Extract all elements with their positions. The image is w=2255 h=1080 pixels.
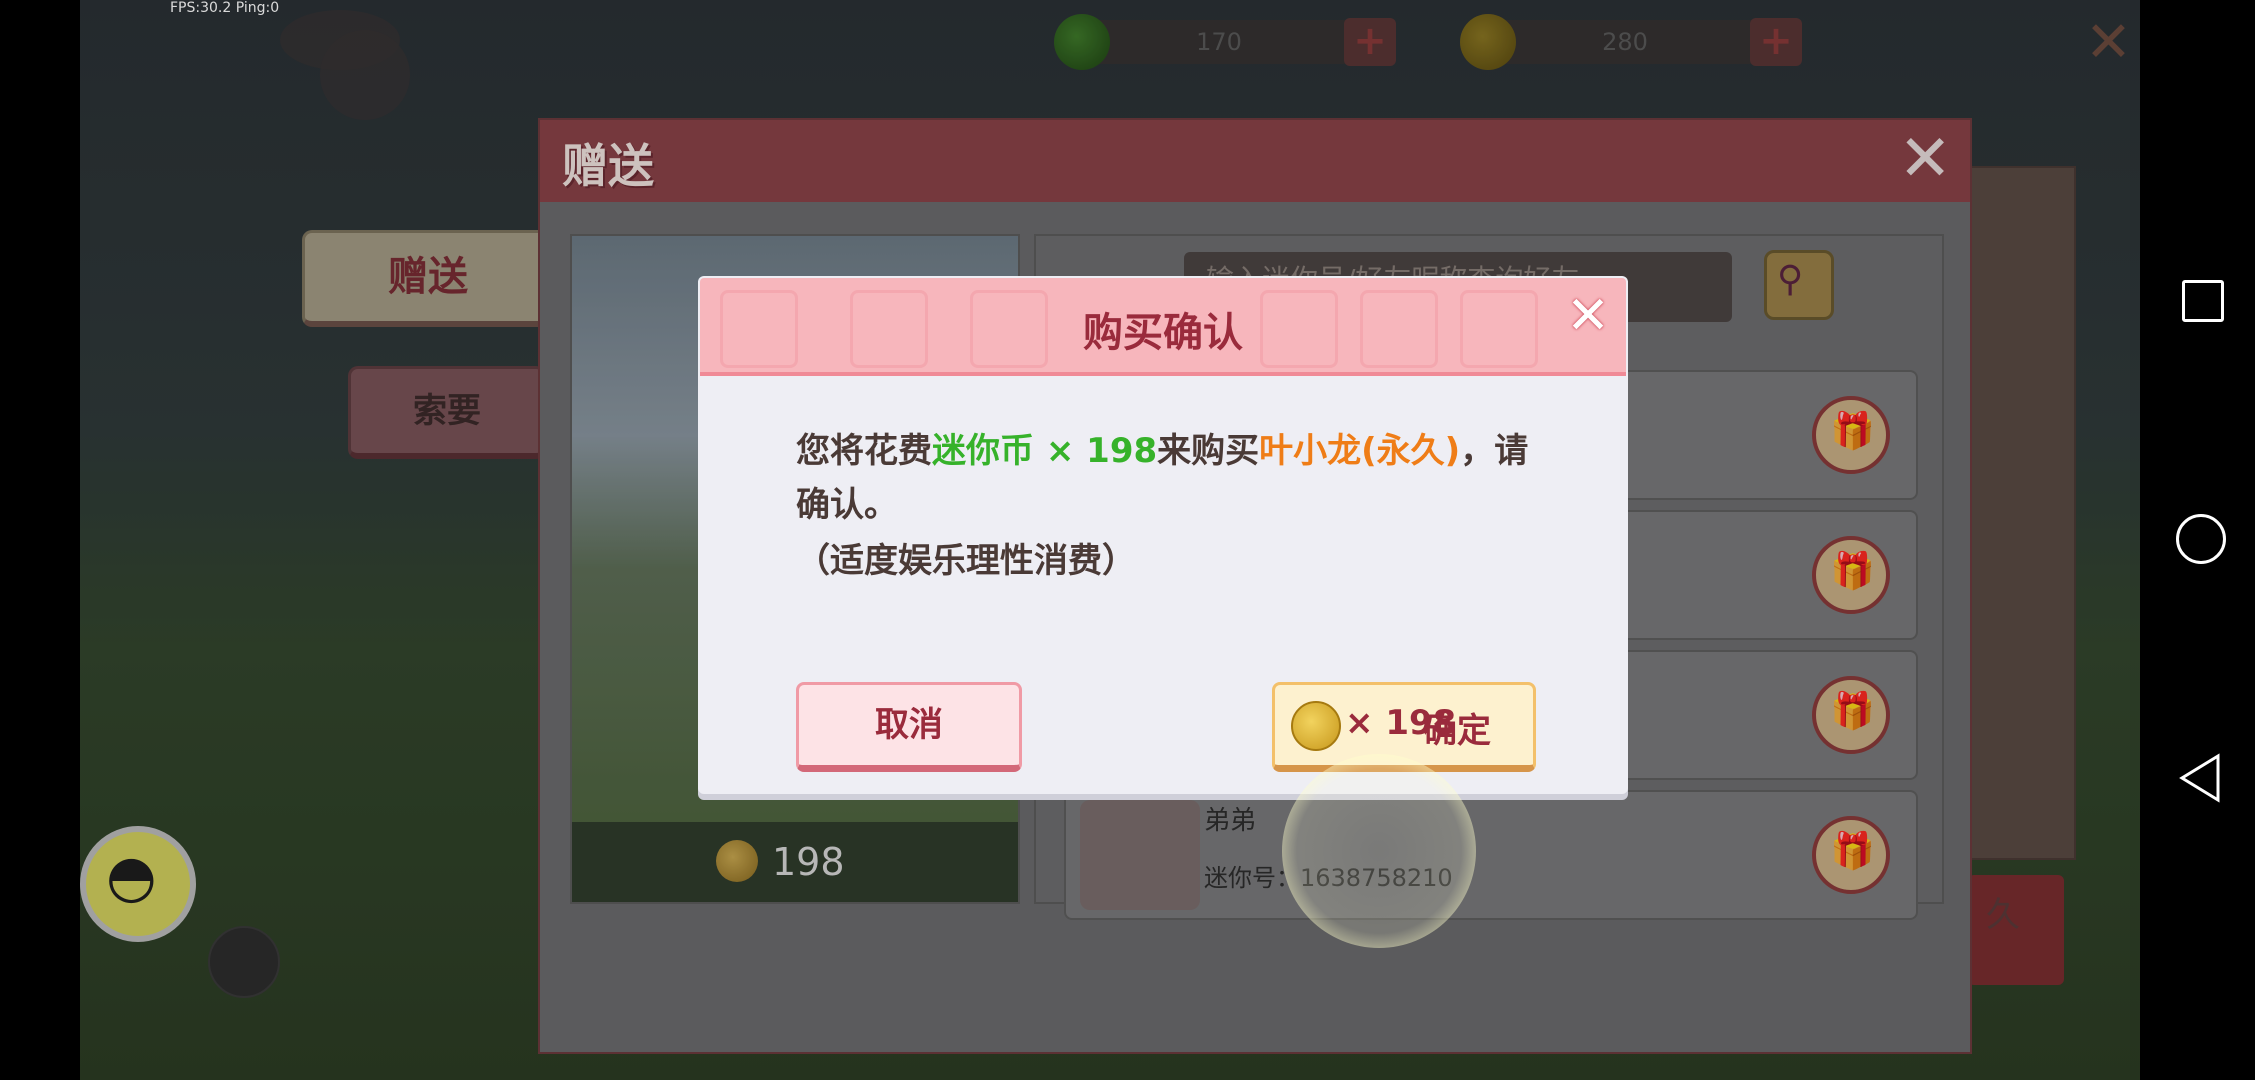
- home-icon[interactable]: [2176, 514, 2226, 564]
- dialog-title: 购买确认: [1083, 310, 1243, 356]
- game-screen: FPS:30.2 Ping:0 170 + 280 + ✕ 久 赠送 索要 赠送…: [0, 0, 2255, 1080]
- item-name: 叶小龙(永久): [1259, 431, 1461, 471]
- spending-note: （适度娱乐理性消费）: [796, 541, 1136, 581]
- dialog-header: 购买确认 ✕: [700, 278, 1626, 376]
- dialog-close-icon[interactable]: ✕: [1562, 290, 1614, 342]
- currency-amount: 迷你币 × 198: [932, 431, 1158, 471]
- confirm-label: 确定: [1423, 711, 1491, 751]
- cancel-button[interactable]: 取消: [796, 682, 1022, 772]
- purchase-confirm-dialog: 购买确认 ✕ 您将花费迷你币 × 198来购买叶小龙(永久)，请确认。 （适度娱…: [698, 276, 1628, 794]
- mini-coin-icon: [1291, 701, 1341, 751]
- touch-indicator: [1282, 754, 1476, 948]
- message-mid: 来购买: [1157, 431, 1260, 471]
- back-icon[interactable]: [2178, 752, 2222, 804]
- message-prefix: 您将花费: [796, 431, 932, 471]
- recents-icon[interactable]: [2182, 280, 2224, 322]
- dialog-message: 您将花费迷你币 × 198来购买叶小龙(永久)，请确认。 （适度娱乐理性消费）: [796, 424, 1536, 588]
